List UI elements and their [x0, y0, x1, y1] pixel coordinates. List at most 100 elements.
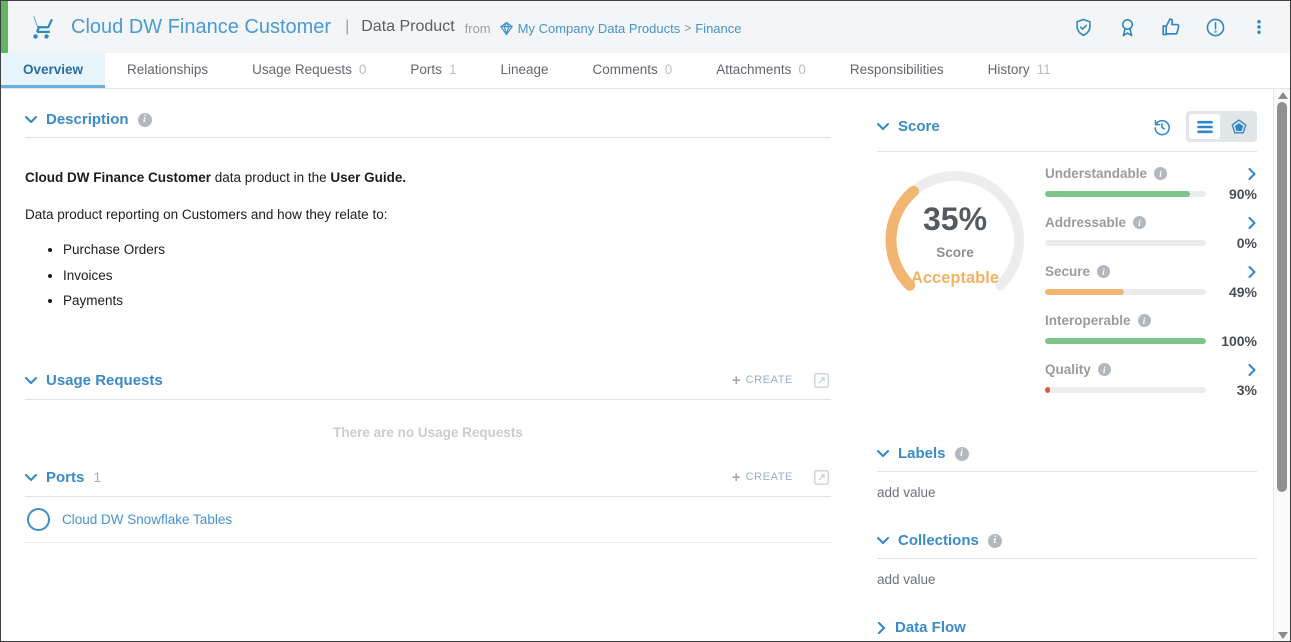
tab-history[interactable]: History11 [966, 53, 1073, 88]
sidebar-column: Score [877, 89, 1257, 642]
ports-title[interactable]: Ports [46, 469, 84, 486]
asset-type-label: Data Product [361, 18, 454, 36]
breadcrumb-current-link[interactable]: Finance [695, 21, 741, 36]
usage-requests-section: Usage Requests + CREATE There are no Usa… [25, 371, 831, 440]
score-value: 35% [923, 201, 987, 238]
breadcrumb-parent-link[interactable]: My Company Data Products [518, 21, 681, 36]
data-flow-title[interactable]: Data Flow [895, 619, 966, 636]
port-list-item[interactable]: Cloud DW Snowflake Tables [25, 497, 831, 543]
score-gauge: 35% Score Acceptable [879, 164, 1031, 411]
metric-fill [1045, 191, 1190, 197]
header-actions [1072, 16, 1290, 38]
vertical-scrollbar[interactable] [1273, 89, 1290, 642]
ports-count: 1 [93, 469, 101, 485]
score-metric-quality: Quality i 3% [1045, 362, 1257, 398]
ports-section: Ports 1 + CREATE Cloud DW Snowflake Tabl… [25, 468, 831, 543]
data-flow-section: Data Flow [877, 619, 1257, 642]
collections-add-value[interactable]: add value [877, 559, 1257, 593]
usage-requests-title[interactable]: Usage Requests [46, 372, 163, 389]
info-icon: i [1154, 167, 1167, 180]
chevron-down-icon[interactable] [25, 473, 37, 482]
edit-box-icon[interactable] [812, 468, 831, 487]
bullet-item: Invoices [63, 266, 831, 286]
more-menu-kebab-icon[interactable] [1248, 16, 1270, 38]
chevron-down-icon[interactable] [877, 536, 889, 545]
score-metric-interoperable: Interoperable i 100% [1045, 313, 1257, 349]
collections-title[interactable]: Collections [898, 532, 979, 549]
app-window: Cloud DW Finance Customer | Data Product… [0, 0, 1291, 642]
alert-circle-icon[interactable] [1204, 16, 1226, 38]
certification-badge-icon[interactable] [1116, 16, 1138, 38]
info-icon: i [955, 447, 969, 461]
header: Cloud DW Finance Customer | Data Product… [1, 1, 1290, 53]
chevron-right-icon[interactable] [877, 622, 886, 634]
title-separator: | [345, 18, 349, 36]
tab-responsibilities[interactable]: Responsibilities [828, 53, 966, 88]
tab-lineage[interactable]: Lineage [478, 53, 570, 88]
chevron-down-icon[interactable] [25, 376, 37, 385]
list-view-button[interactable] [1189, 114, 1220, 139]
metric-value: 100% [1215, 333, 1257, 349]
scroll-down-arrow[interactable] [1278, 632, 1288, 639]
page-title: Cloud DW Finance Customer [71, 16, 331, 39]
score-center-label: Score [936, 245, 974, 260]
tab-overview[interactable]: Overview [1, 53, 105, 88]
metric-fill [1045, 338, 1206, 344]
create-usage-request-button[interactable]: + CREATE [732, 372, 793, 389]
chevron-down-icon[interactable] [25, 115, 37, 124]
divider [25, 137, 831, 138]
description-section: Description i Cloud DW Finance Customer … [25, 111, 831, 311]
chevron-down-icon[interactable] [877, 449, 889, 458]
score-section: Score [877, 111, 1257, 411]
labels-title[interactable]: Labels [898, 445, 946, 462]
chevron-right-icon[interactable] [1247, 266, 1257, 278]
tab-usage-requests[interactable]: Usage Requests0 [230, 53, 388, 88]
chevron-right-icon[interactable] [1247, 168, 1257, 180]
chevron-right-icon[interactable] [1247, 217, 1257, 229]
tab-attachments[interactable]: Attachments0 [694, 53, 828, 88]
metric-bar [1045, 289, 1206, 295]
labels-add-value[interactable]: add value [877, 472, 1257, 506]
scroll-up-arrow[interactable] [1278, 92, 1288, 99]
score-body: 35% Score Acceptable Understandable i [877, 164, 1257, 411]
chevron-down-icon[interactable] [877, 122, 889, 131]
metric-value: 3% [1215, 382, 1257, 398]
description-title[interactable]: Description [46, 111, 129, 128]
metric-fill [1045, 387, 1050, 393]
radar-view-button[interactable] [1223, 114, 1254, 139]
content-area: Description i Cloud DW Finance Customer … [1, 89, 1290, 642]
status-accent-bar [1, 1, 8, 53]
score-metric-addressable: Addressable i 0% [1045, 215, 1257, 251]
score-history-icon[interactable] [1152, 117, 1172, 137]
info-icon: i [1097, 265, 1110, 278]
shopping-cart-icon[interactable] [27, 13, 55, 41]
breadcrumb-separator: > [684, 21, 691, 35]
plus-icon: + [732, 372, 741, 389]
edit-box-icon[interactable] [812, 371, 831, 390]
tab-relationships[interactable]: Relationships [105, 53, 230, 88]
shield-check-icon[interactable] [1072, 16, 1094, 38]
tab-ports[interactable]: Ports1 [388, 53, 478, 88]
port-name-link[interactable]: Cloud DW Snowflake Tables [62, 512, 232, 527]
bullet-item: Payments [63, 291, 831, 311]
from-label: from [465, 21, 491, 36]
metric-bar [1045, 387, 1206, 393]
description-bullet-list: Purchase Orders Invoices Payments [25, 240, 831, 311]
tab-bar: Overview Relationships Usage Requests0 P… [1, 53, 1290, 89]
thumbs-up-icon[interactable] [1160, 16, 1182, 38]
labels-section: Labels i add value [877, 445, 1257, 506]
score-view-toggle [1186, 111, 1257, 142]
bullet-item: Purchase Orders [63, 240, 831, 260]
chevron-right-icon[interactable] [1247, 364, 1257, 376]
info-icon: i [1138, 314, 1151, 327]
tab-comments[interactable]: Comments0 [571, 53, 695, 88]
score-rating: Acceptable [911, 269, 999, 288]
create-port-button[interactable]: + CREATE [732, 469, 793, 486]
score-metrics: Understandable i 90% Addressabl [1045, 166, 1257, 411]
metric-fill [1045, 289, 1124, 295]
scrollbar-thumb[interactable] [1277, 102, 1287, 492]
metric-bar [1045, 338, 1206, 344]
score-title[interactable]: Score [898, 118, 940, 135]
metric-value: 90% [1215, 186, 1257, 202]
score-metric-understandable: Understandable i 90% [1045, 166, 1257, 202]
